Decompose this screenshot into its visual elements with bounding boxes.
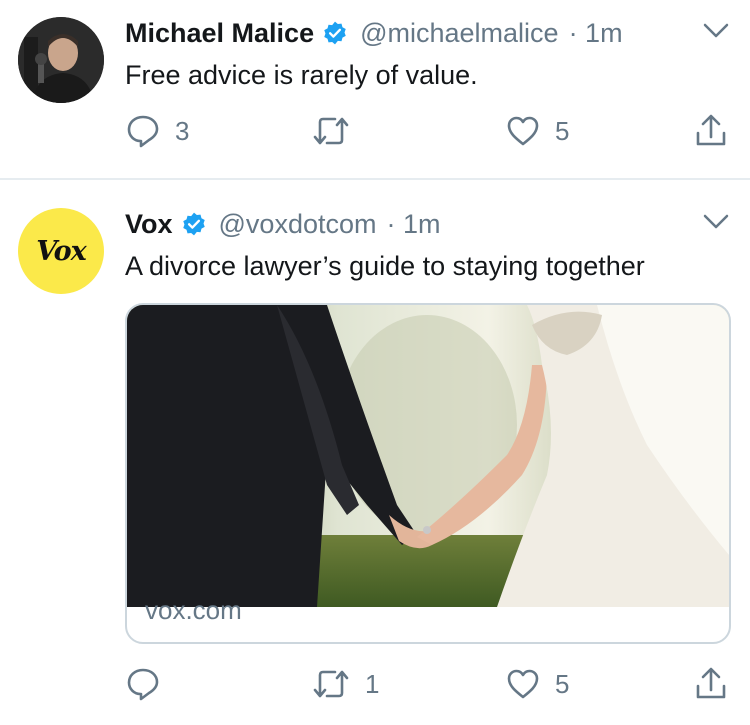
- avatar-photo: [18, 17, 104, 103]
- card-domain[interactable]: vox.com: [145, 595, 242, 626]
- tweet[interactable]: Vox Vox @voxdotcom · 1m A divorce lawyer…: [0, 180, 750, 725]
- like-button[interactable]: 5: [505, 111, 569, 151]
- reply-button[interactable]: [125, 664, 175, 704]
- tweet-header: Vox @voxdotcom · 1m: [125, 206, 730, 242]
- share-icon: [696, 114, 726, 146]
- retweet-count: 1: [365, 668, 380, 699]
- avatar[interactable]: [18, 17, 104, 103]
- reply-count: 3: [175, 115, 190, 146]
- retweet-button[interactable]: [311, 111, 365, 151]
- tweet-text: A divorce lawyer’s guide to staying toge…: [125, 251, 645, 281]
- avatar[interactable]: Vox: [18, 208, 104, 294]
- card-image: [127, 305, 729, 607]
- retweet-button[interactable]: 1: [311, 664, 379, 704]
- handle[interactable]: @michaelmalice: [360, 18, 558, 49]
- verified-badge-icon: [182, 212, 205, 236]
- share-icon: [696, 667, 726, 699]
- display-name[interactable]: Michael Malice: [125, 18, 314, 49]
- retweet-icon: [313, 117, 349, 145]
- reply-icon: [127, 115, 159, 148]
- reply-button[interactable]: 3: [125, 111, 189, 151]
- vox-logo: Vox: [36, 235, 87, 267]
- like-button[interactable]: 5: [505, 664, 569, 704]
- timestamp[interactable]: · 1m: [569, 18, 623, 49]
- verified-badge-icon: [324, 21, 346, 45]
- display-name[interactable]: Vox: [125, 209, 173, 240]
- share-button[interactable]: [693, 111, 729, 151]
- heart-icon: [507, 116, 539, 146]
- timestamp[interactable]: · 1m: [386, 209, 440, 240]
- share-button[interactable]: [693, 664, 729, 704]
- tweet[interactable]: Michael Malice @michaelmalice · 1m Free …: [0, 0, 750, 178]
- tweet-header: Michael Malice @michaelmalice · 1m: [125, 15, 730, 51]
- reply-icon: [127, 668, 159, 701]
- tweet-actions: 1 5: [125, 664, 730, 704]
- chevron-down-icon[interactable]: [702, 212, 730, 232]
- handle[interactable]: @voxdotcom: [219, 209, 377, 240]
- heart-icon: [507, 669, 539, 699]
- link-card[interactable]: vox.com: [125, 303, 731, 644]
- like-count: 5: [555, 668, 570, 699]
- tweet-text: Free advice is rarely of value.: [125, 60, 478, 90]
- tweet-actions: 3 5: [125, 111, 730, 151]
- chevron-down-icon[interactable]: [702, 21, 730, 41]
- retweet-icon: [313, 670, 349, 698]
- like-count: 5: [555, 115, 570, 146]
